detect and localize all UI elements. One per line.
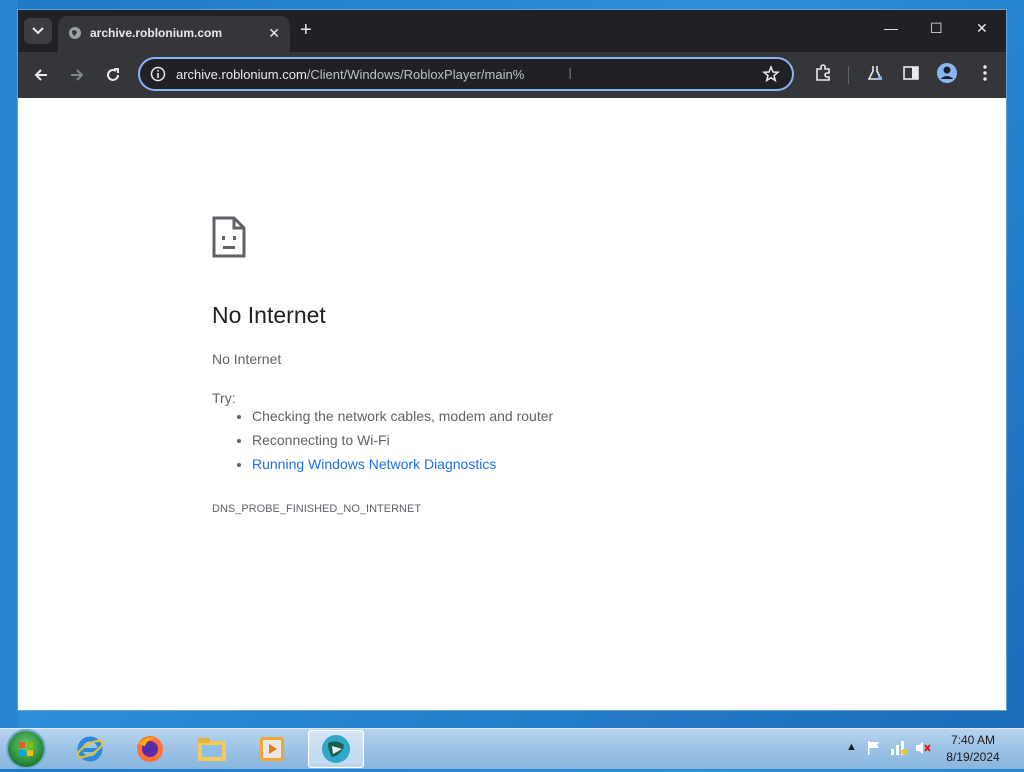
toolbar-divider	[848, 66, 849, 84]
internet-explorer-icon	[76, 736, 104, 762]
maximize-button[interactable]: ☐	[930, 20, 943, 37]
suggestion-list: Checking the network cables, modem and r…	[212, 404, 553, 476]
app-icon	[322, 735, 350, 763]
taskbar-media-player[interactable]	[244, 730, 300, 768]
tab-active[interactable]: archive.roblonium.com ✕	[58, 16, 290, 52]
taskbar-ie[interactable]	[62, 730, 118, 768]
suggestion-item: Running Windows Network Diagnostics	[252, 452, 553, 476]
browser-toolbar: archive.roblonium.com/Client/Windows/Rob…	[18, 52, 1006, 98]
tab-title: archive.roblonium.com	[90, 26, 223, 40]
system-clock[interactable]: 7:40 AM 8/19/2024	[944, 732, 1002, 766]
url-path: /Client/Windows/RobloxPlayer/main%	[306, 67, 525, 82]
tab-search-button[interactable]	[24, 18, 52, 44]
globe-icon	[69, 27, 81, 39]
forward-arrow-icon	[71, 69, 84, 81]
back-button[interactable]	[30, 64, 52, 86]
bookmark-star-icon[interactable]	[762, 65, 780, 83]
menu-kebab-icon[interactable]	[976, 64, 994, 82]
firefox-icon	[137, 736, 163, 762]
suggestion-item: Checking the network cables, modem and r…	[252, 404, 553, 428]
info-icon[interactable]	[150, 66, 166, 82]
media-player-icon	[260, 737, 284, 761]
clock-time: 7:40 AM	[950, 733, 996, 747]
taskbar: ▲ 7:40 AM 8/19/2024	[0, 728, 1024, 769]
url-text[interactable]: archive.roblonium.com/Client/Windows/Rob…	[176, 67, 524, 82]
side-panel-icon[interactable]	[902, 64, 920, 82]
suggestion-item: Reconnecting to Wi-Fi	[252, 428, 553, 452]
profile-avatar-icon[interactable]	[936, 62, 958, 84]
extensions-icon[interactable]	[814, 64, 832, 82]
back-arrow-icon	[34, 69, 47, 81]
taskbar-active-app[interactable]	[308, 730, 364, 768]
minimize-button[interactable]: —	[884, 20, 898, 36]
reload-icon	[107, 68, 119, 81]
volume-muted-icon[interactable]	[914, 740, 932, 756]
tab-strip: archive.roblonium.com ✕ + — ☐ ✕	[18, 10, 1006, 52]
close-window-button[interactable]: ✕	[976, 20, 988, 37]
new-tab-button[interactable]: +	[300, 20, 312, 40]
clock-date: 8/19/2024	[946, 750, 1000, 764]
forward-button[interactable]	[66, 64, 88, 86]
error-title: No Internet	[212, 302, 326, 328]
reload-button[interactable]	[102, 64, 124, 86]
sad-page-icon	[212, 216, 246, 258]
network-icon[interactable]	[890, 740, 908, 756]
diagnostics-link[interactable]: Running Windows Network Diagnostics	[252, 456, 496, 472]
close-tab-icon[interactable]: ✕	[268, 25, 280, 42]
text-cursor-icon: I	[568, 66, 573, 83]
url-host: archive.roblonium.com	[176, 67, 307, 82]
start-button[interactable]	[8, 731, 44, 767]
error-code: DNS_PROBE_FINISHED_NO_INTERNET	[212, 503, 422, 515]
file-explorer-icon	[198, 738, 226, 761]
address-bar[interactable]: archive.roblonium.com/Client/Windows/Rob…	[138, 57, 794, 91]
browser-window: archive.roblonium.com ✕ + — ☐ ✕ archive.…	[18, 10, 1006, 710]
windows-logo-icon	[19, 742, 33, 756]
page-content: No Internet No Internet Try: Checking th…	[18, 98, 1006, 710]
labs-flask-icon[interactable]	[866, 64, 884, 82]
taskbar-firefox[interactable]	[122, 730, 178, 768]
error-subtitle: No Internet	[212, 351, 282, 367]
taskbar-explorer[interactable]	[184, 730, 240, 768]
desktop-background	[0, 0, 18, 730]
action-center-flag-icon[interactable]	[866, 740, 882, 756]
chevron-down-icon	[32, 27, 44, 35]
show-hidden-icons[interactable]: ▲	[846, 741, 857, 753]
